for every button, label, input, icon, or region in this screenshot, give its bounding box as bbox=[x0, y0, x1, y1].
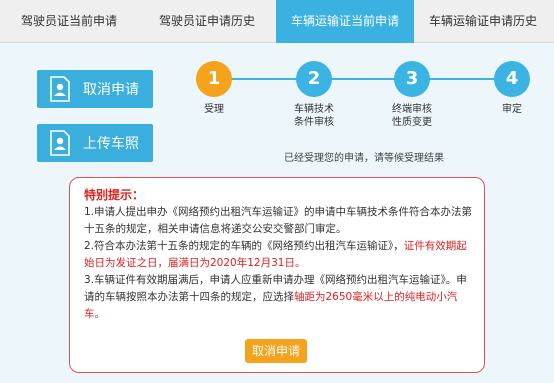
person-card-icon bbox=[45, 74, 75, 104]
cancel-application-button[interactable]: 取消申请 bbox=[37, 70, 153, 108]
person-card-icon bbox=[45, 128, 75, 158]
tab-vehicle-history[interactable]: 车辆运输证申请历史 bbox=[414, 0, 552, 43]
upload-car-photo-button[interactable]: 上传车照 bbox=[37, 124, 153, 162]
tab-bar: 驾驶员证当前申请 驾驶员证申请历史 车辆运输证当前申请 车辆运输证申请历史 bbox=[0, 0, 554, 43]
step-4-label: 审定 bbox=[502, 104, 522, 115]
notice-item-1: 1.申请人提出申办《网络预约出租汽车运输证》的申请中车辆技术条件符合本办法第十五… bbox=[84, 206, 473, 235]
special-notice-box: 特别提示： 1.申请人提出申办《网络预约出租汽车运输证》的申请中车辆技术条件符合… bbox=[69, 177, 485, 373]
step-3-label: 终端审核 性质变更 bbox=[392, 104, 432, 128]
notice-cancel-button[interactable]: 取消申请 bbox=[245, 339, 307, 363]
tab-driver-current[interactable]: 驾驶员证当前申请 bbox=[0, 0, 138, 43]
step-4: 4 审定 bbox=[472, 61, 552, 116]
application-panel: 取消申请 上传车照 1 受理 2 车辆技术 条件审核 3 终端审核 性质变更 4… bbox=[0, 43, 554, 383]
tab-vehicle-current[interactable]: 车辆运输证当前申请 bbox=[276, 0, 414, 43]
notice-title: 特别提示： bbox=[84, 188, 145, 202]
notice-item-3: 3.车辆证件有效期届满后，申请人应重新申请办理《网络预约出租汽车运输证》。申请的… bbox=[84, 274, 467, 320]
step-3-circle: 3 bbox=[394, 61, 430, 97]
step-1: 1 受理 bbox=[174, 61, 254, 116]
step-2-circle: 2 bbox=[296, 61, 332, 97]
step-2: 2 车辆技术 条件审核 bbox=[274, 61, 354, 129]
step-1-circle: 1 bbox=[196, 61, 232, 97]
notice-item-2: 2.符合本办法第十五条的规定的车辆的《网络预约出租汽车运输证》，证件有效期起始日… bbox=[84, 240, 467, 269]
step-2-label: 车辆技术 条件审核 bbox=[294, 104, 334, 128]
upload-car-photo-label: 上传车照 bbox=[83, 136, 139, 152]
status-message: 已经受理您的申请，请等候受理结果 bbox=[284, 153, 444, 164]
cancel-application-label: 取消申请 bbox=[83, 82, 139, 98]
step-4-circle: 4 bbox=[494, 61, 530, 97]
tab-driver-history[interactable]: 驾驶员证申请历史 bbox=[138, 0, 276, 43]
step-3: 3 终端审核 性质变更 bbox=[372, 61, 452, 129]
step-1-label: 受理 bbox=[204, 104, 224, 115]
progress-steps: 1 受理 2 车辆技术 条件审核 3 终端审核 性质变更 4 审定 bbox=[196, 61, 530, 151]
